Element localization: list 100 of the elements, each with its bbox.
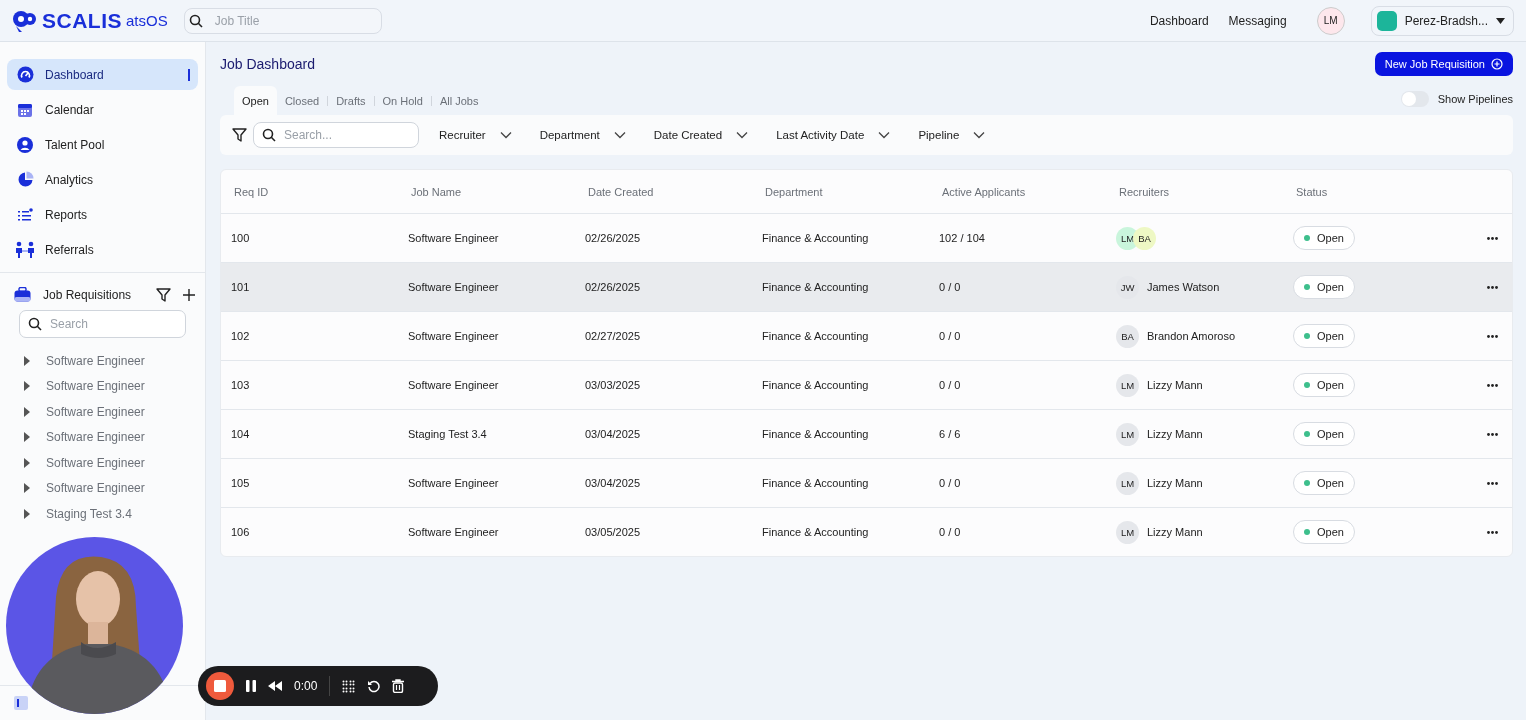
plus-circle-icon <box>1491 58 1503 70</box>
briefcase-icon <box>14 287 31 302</box>
company-switcher[interactable]: Perez-Bradsh... <box>1370 5 1514 36</box>
more-options-icon[interactable] <box>1485 430 1500 438</box>
table-cell-text: 101 <box>231 281 251 293</box>
filter-dropdown[interactable]: Department <box>531 129 634 141</box>
add-icon[interactable] <box>183 288 195 301</box>
table-cell-text: Finance & Accounting <box>762 330 870 342</box>
rewind-icon[interactable] <box>268 681 282 691</box>
tab[interactable]: All Jobs <box>431 86 487 115</box>
more-options-icon[interactable] <box>1485 234 1500 242</box>
person-icon <box>17 136 33 153</box>
user-avatar[interactable]: LM <box>1316 6 1345 35</box>
tab[interactable]: Drafts <box>328 86 374 115</box>
table-row[interactable]: 106 Software Engineer 03/05/2025 Finance & Accounting 0 / 0 LM Lizzy Mann Open <box>221 508 1512 556</box>
table-cell-text: 03/04/2025 <box>585 477 642 489</box>
grid-dots-icon[interactable] <box>342 679 356 693</box>
filter-dropdown[interactable]: Pipeline <box>910 129 994 141</box>
table-cell-text: 102 <box>231 330 251 342</box>
toggle-switch[interactable] <box>1400 91 1429 107</box>
table-row[interactable]: 105 Software Engineer 03/04/2025 Finance & Accounting 0 / 0 LM Lizzy Mann Open <box>221 459 1512 508</box>
tree-item[interactable]: Software Engineer <box>23 424 205 450</box>
logo-suffix: atsOS <box>126 12 168 29</box>
recruiter-name: Brandon Amoroso <box>1147 330 1236 342</box>
caret-icon <box>23 508 31 519</box>
more-options-icon[interactable] <box>1485 283 1500 291</box>
sidebar-item[interactable]: Analytics <box>7 164 198 195</box>
column-header: Status <box>1296 185 1329 198</box>
table-row[interactable]: 102 Software Engineer 02/27/2025 Finance & Accounting 0 / 0 BA Brandon Amoroso Open <box>221 312 1512 361</box>
recruiter-avatar: LM <box>1116 422 1139 446</box>
filter-dropdown[interactable]: Last Activity Date <box>768 129 899 141</box>
search-field[interactable]: Search... <box>253 122 419 148</box>
recruiter-avatar: BA <box>1133 226 1156 250</box>
table-cell-text: 0 / 0 <box>939 379 962 391</box>
more-options-icon[interactable] <box>1485 381 1500 389</box>
status-badge: Open <box>1293 275 1355 299</box>
sidebar-item[interactable]: Calendar <box>7 94 198 125</box>
recruiter-avatar: BA <box>1116 324 1139 348</box>
status-badge: Open <box>1293 471 1355 495</box>
table-cell-text: 03/05/2025 <box>585 526 642 538</box>
tree-item[interactable]: Software Engineer <box>23 450 205 476</box>
caret-icon <box>23 355 31 366</box>
table-cell-text: 0 / 0 <box>939 281 962 293</box>
restart-icon[interactable] <box>367 679 381 693</box>
company-logo-icon <box>1376 10 1397 31</box>
recruiter-avatar: LM <box>1116 471 1139 495</box>
filter-dropdown[interactable]: Date Created <box>645 129 757 141</box>
stop-button[interactable] <box>206 672 234 700</box>
sidebar-item[interactable]: Talent Pool <box>7 129 198 160</box>
tab[interactable]: Closed <box>276 86 328 115</box>
tree-item[interactable]: Staging Test 3.4 <box>23 501 205 527</box>
top-nav-link[interactable]: Dashboard <box>1145 13 1213 28</box>
sidebar-item[interactable]: Dashboard <box>7 59 198 90</box>
table-row[interactable]: 103 Software Engineer 03/03/2025 Finance & Accounting 0 / 0 LM Lizzy Mann Open <box>221 361 1512 410</box>
filter-dropdown[interactable]: Recruiter <box>431 129 520 141</box>
tree-item[interactable]: Software Engineer <box>23 348 205 374</box>
chevron-down-icon <box>736 131 749 139</box>
sidebar-item[interactable]: Referrals <box>7 234 198 265</box>
stop-icon <box>214 680 226 692</box>
table-cell-text: Finance & Accounting <box>762 232 870 244</box>
table-cell-text: 02/26/2025 <box>585 281 642 293</box>
table-row[interactable]: 101 Software Engineer 02/26/2025 Finance & Accounting 0 / 0 JW James Watson Open <box>221 263 1512 312</box>
tab[interactable]: Open <box>234 86 277 115</box>
more-options-icon[interactable] <box>1485 332 1500 340</box>
table-cell-text: Finance & Accounting <box>762 477 870 489</box>
requisition-search-field[interactable]: Search <box>19 310 186 338</box>
filter-icon[interactable] <box>156 287 171 302</box>
table-cell-text: Staging Test 3.4 <box>408 428 488 440</box>
table-cell-text: Software Engineer <box>408 526 500 538</box>
status-badge: Open <box>1293 422 1355 446</box>
tree-item[interactable]: Software Engineer <box>23 399 205 425</box>
panel-icon[interactable] <box>14 696 28 710</box>
pause-icon[interactable] <box>246 680 256 692</box>
tree-item[interactable]: Software Engineer <box>23 373 205 399</box>
table-cell-text: 6 / 6 <box>939 428 962 440</box>
column-header: Req ID <box>234 185 270 198</box>
job-title-search-field[interactable]: Job Title <box>183 7 382 34</box>
table-cell-text: 103 <box>231 379 251 391</box>
recruiter-avatar: LM <box>1116 520 1139 544</box>
status-badge: Open <box>1293 520 1355 544</box>
more-options-icon[interactable] <box>1485 528 1500 536</box>
caret-icon <box>1496 17 1505 24</box>
pie-chart-icon <box>16 171 34 188</box>
table-cell-text: Finance & Accounting <box>762 526 870 538</box>
table-row[interactable]: 104 Staging Test 3.4 03/04/2025 Finance & Accounting 6 / 6 LM Lizzy Mann Open <box>221 410 1512 459</box>
filter-icon[interactable] <box>232 128 247 142</box>
logo-icon <box>12 8 38 33</box>
top-nav-link[interactable]: Messaging <box>1224 13 1291 28</box>
table-cell-text: 03/03/2025 <box>585 379 642 391</box>
new-job-requisition-button[interactable]: New Job Requisition <box>1374 52 1513 76</box>
tree-item[interactable]: Software Engineer <box>23 475 205 501</box>
chevron-down-icon <box>613 131 626 139</box>
tab[interactable]: On Hold <box>374 86 431 115</box>
more-options-icon[interactable] <box>1485 479 1500 487</box>
table-cell-text: 03/04/2025 <box>585 428 642 440</box>
trash-icon[interactable] <box>392 679 405 693</box>
caret-icon <box>23 483 31 494</box>
chevron-down-icon <box>878 131 891 139</box>
table-cell-text: 0 / 0 <box>939 477 962 489</box>
sidebar-item[interactable]: Reports <box>7 199 198 230</box>
